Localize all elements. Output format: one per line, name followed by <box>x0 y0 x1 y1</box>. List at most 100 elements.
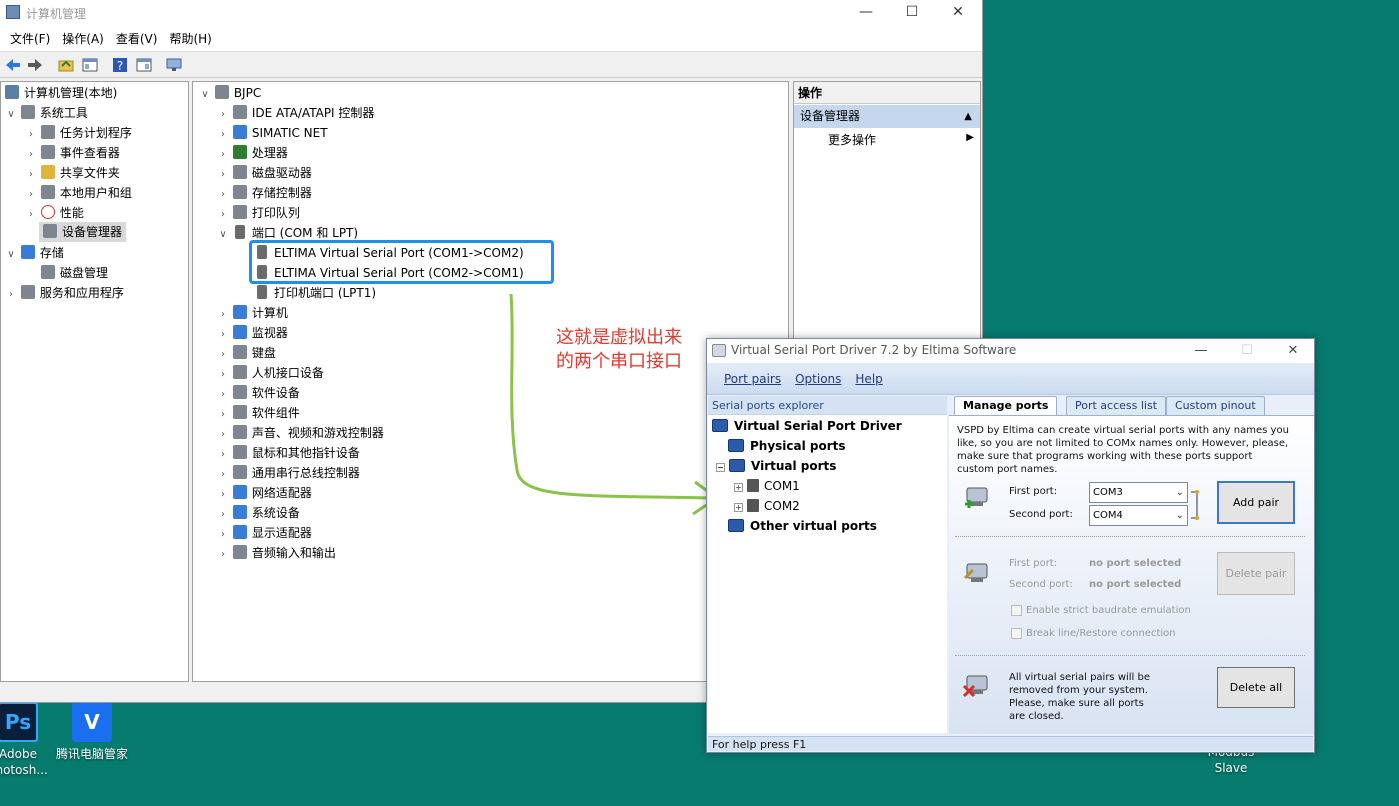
collapse-up-icon[interactable]: ▲ <box>964 105 972 128</box>
chevron-right-icon[interactable]: › <box>217 165 229 185</box>
show-hide-tree-icon[interactable] <box>81 56 99 74</box>
up-folder-icon[interactable] <box>57 56 75 74</box>
chevron-right-icon[interactable]: › <box>217 345 229 365</box>
tree-item-virtual-ports[interactable]: − Virtual ports <box>716 456 836 476</box>
chevron-right-icon[interactable]: › <box>217 305 229 325</box>
device-category[interactable]: › 通用串行总线控制器 <box>217 463 360 483</box>
chevron-right-icon[interactable]: › <box>217 105 229 125</box>
chevron-right-icon[interactable]: › <box>217 485 229 505</box>
chevron-right-icon[interactable]: › <box>25 165 37 185</box>
device-category[interactable]: › 打印队列 <box>217 203 300 223</box>
device-category[interactable]: › 存储控制器 <box>217 183 312 203</box>
chevron-right-icon[interactable]: › <box>217 425 229 445</box>
chevron-right-icon[interactable]: › <box>217 445 229 465</box>
menu-file[interactable]: 文件(F) <box>4 30 56 47</box>
properties-icon[interactable] <box>135 56 153 74</box>
menu-help[interactable]: 帮助(H) <box>163 30 217 47</box>
delete-pair-button[interactable]: Delete pair <box>1217 552 1295 595</box>
tree-item-physical-ports[interactable]: Physical ports <box>728 436 846 456</box>
menu-action[interactable]: 操作(A) <box>56 30 110 47</box>
device-category[interactable]: › 处理器 <box>217 143 288 163</box>
break-line-checkbox[interactable] <box>1011 628 1022 639</box>
chevron-right-icon[interactable]: › <box>25 125 37 145</box>
tree-item-other-virtual-ports[interactable]: Other virtual ports <box>728 516 877 536</box>
maximize-button[interactable]: ☐ <box>889 0 935 25</box>
menu-port-pairs[interactable]: Port pairs <box>717 372 788 386</box>
menu-options[interactable]: Options <box>788 372 848 386</box>
collapse-icon[interactable]: − <box>716 463 725 472</box>
device-category[interactable]: › 软件组件 <box>217 403 300 423</box>
tree-item-device-manager[interactable]: 设备管理器 <box>39 222 127 242</box>
tree-item-vspd-root[interactable]: Virtual Serial Port Driver <box>712 416 902 436</box>
first-port-select[interactable]: COM3 ⌄ <box>1089 482 1188 503</box>
dropdown-arrow-icon[interactable]: ⌄ <box>1176 483 1184 502</box>
tree-item-local-users[interactable]: › 本地用户和组 <box>25 183 132 203</box>
chevron-right-icon[interactable]: › <box>25 185 37 205</box>
strict-baudrate-checkbox[interactable] <box>1011 605 1022 616</box>
expand-icon[interactable]: + <box>734 503 743 512</box>
chevron-right-icon[interactable]: › <box>217 505 229 525</box>
device-tree-root[interactable]: ∨ BJPC <box>199 83 261 103</box>
forward-arrow-icon[interactable] <box>26 56 44 74</box>
chevron-right-icon[interactable]: › <box>217 325 229 345</box>
monitor-icon[interactable] <box>165 56 183 74</box>
chevron-right-icon[interactable]: › <box>217 365 229 385</box>
tab-manage-ports[interactable]: Manage ports <box>954 396 1058 416</box>
tree-item-com1[interactable]: + COM1 <box>734 476 800 496</box>
chevron-right-icon[interactable]: › <box>217 545 229 565</box>
device-category[interactable]: › 显示适配器 <box>217 523 312 543</box>
tree-item-system-tools[interactable]: ∨ 系统工具 <box>5 103 88 123</box>
chevron-down-icon[interactable]: ∨ <box>217 225 229 245</box>
chevron-right-icon[interactable]: › <box>25 205 37 225</box>
chevron-right-icon[interactable]: › <box>217 145 229 165</box>
tree-item-performance[interactable]: › 性能 <box>25 203 84 223</box>
device-category[interactable]: › 系统设备 <box>217 503 300 523</box>
device-category[interactable]: › 磁盘驱动器 <box>217 163 312 183</box>
device-category[interactable]: › 软件设备 <box>217 383 300 403</box>
back-arrow-icon[interactable] <box>4 56 22 74</box>
chevron-right-icon[interactable]: › <box>217 405 229 425</box>
tree-item-disk-management[interactable]: 磁盘管理 <box>41 263 108 283</box>
device-category[interactable]: › 声音、视频和游戏控制器 <box>217 423 384 443</box>
tree-item-storage[interactable]: ∨ 存储 <box>5 243 64 263</box>
maximize-button[interactable]: ☐ <box>1224 339 1270 363</box>
chevron-right-icon[interactable]: › <box>217 385 229 405</box>
device-item-lpt1[interactable]: 打印机端口 (LPT1) <box>255 283 376 303</box>
device-category[interactable]: › SIMATIC NET <box>217 123 328 143</box>
close-button[interactable]: ✕ <box>1270 339 1316 363</box>
tree-item-task-scheduler[interactable]: › 任务计划程序 <box>25 123 132 143</box>
desktop-icon-photoshop[interactable]: Ps Adobe Photosh... <box>0 702 58 778</box>
chevron-right-icon[interactable]: › <box>25 145 37 165</box>
tab-custom-pinout[interactable]: Custom pinout <box>1166 396 1265 415</box>
help-icon[interactable]: ? <box>111 56 129 74</box>
minimize-button[interactable]: — <box>1178 339 1224 363</box>
chevron-down-icon[interactable]: ∨ <box>5 105 17 125</box>
device-category[interactable]: › 鼠标和其他指针设备 <box>217 443 360 463</box>
tree-item-event-viewer[interactable]: › 事件查看器 <box>25 143 120 163</box>
actions-section-device-manager[interactable]: 设备管理器 ▲ <box>794 105 980 128</box>
device-category[interactable]: › 监视器 <box>217 323 288 343</box>
more-actions[interactable]: 更多操作 <box>828 130 876 150</box>
tree-item-computer-management[interactable]: 计算机管理(本地) <box>5 83 117 103</box>
close-button[interactable]: ✕ <box>935 0 981 25</box>
device-category[interactable]: › 计算机 <box>217 303 288 323</box>
tree-item-shared-folders[interactable]: › 共享文件夹 <box>25 163 120 183</box>
chevron-down-icon[interactable]: ∨ <box>199 85 211 105</box>
add-pair-button[interactable]: Add pair <box>1217 481 1295 524</box>
minimize-button[interactable]: — <box>843 0 889 25</box>
chevron-down-icon[interactable]: ∨ <box>5 245 17 265</box>
tree-item-services-apps[interactable]: › 服务和应用程序 <box>5 283 124 303</box>
dropdown-arrow-icon[interactable]: ⌄ <box>1176 506 1184 525</box>
tab-port-access-list[interactable]: Port access list <box>1066 396 1167 415</box>
chevron-right-icon[interactable]: › <box>217 205 229 225</box>
menu-help[interactable]: Help <box>848 372 889 386</box>
desktop-icon-tencent-pc-manager[interactable]: V 腾讯电脑管家 <box>52 702 132 762</box>
chevron-right-icon[interactable]: › <box>5 285 17 305</box>
menu-view[interactable]: 查看(V) <box>110 30 164 47</box>
second-port-select[interactable]: COM4 ⌄ <box>1089 505 1188 526</box>
chevron-right-icon[interactable]: › <box>217 125 229 145</box>
device-category[interactable]: › 键盘 <box>217 343 276 363</box>
tree-item-com2[interactable]: + COM2 <box>734 496 800 516</box>
chevron-right-icon[interactable]: › <box>217 465 229 485</box>
device-category[interactable]: › 音频输入和输出 <box>217 543 336 563</box>
